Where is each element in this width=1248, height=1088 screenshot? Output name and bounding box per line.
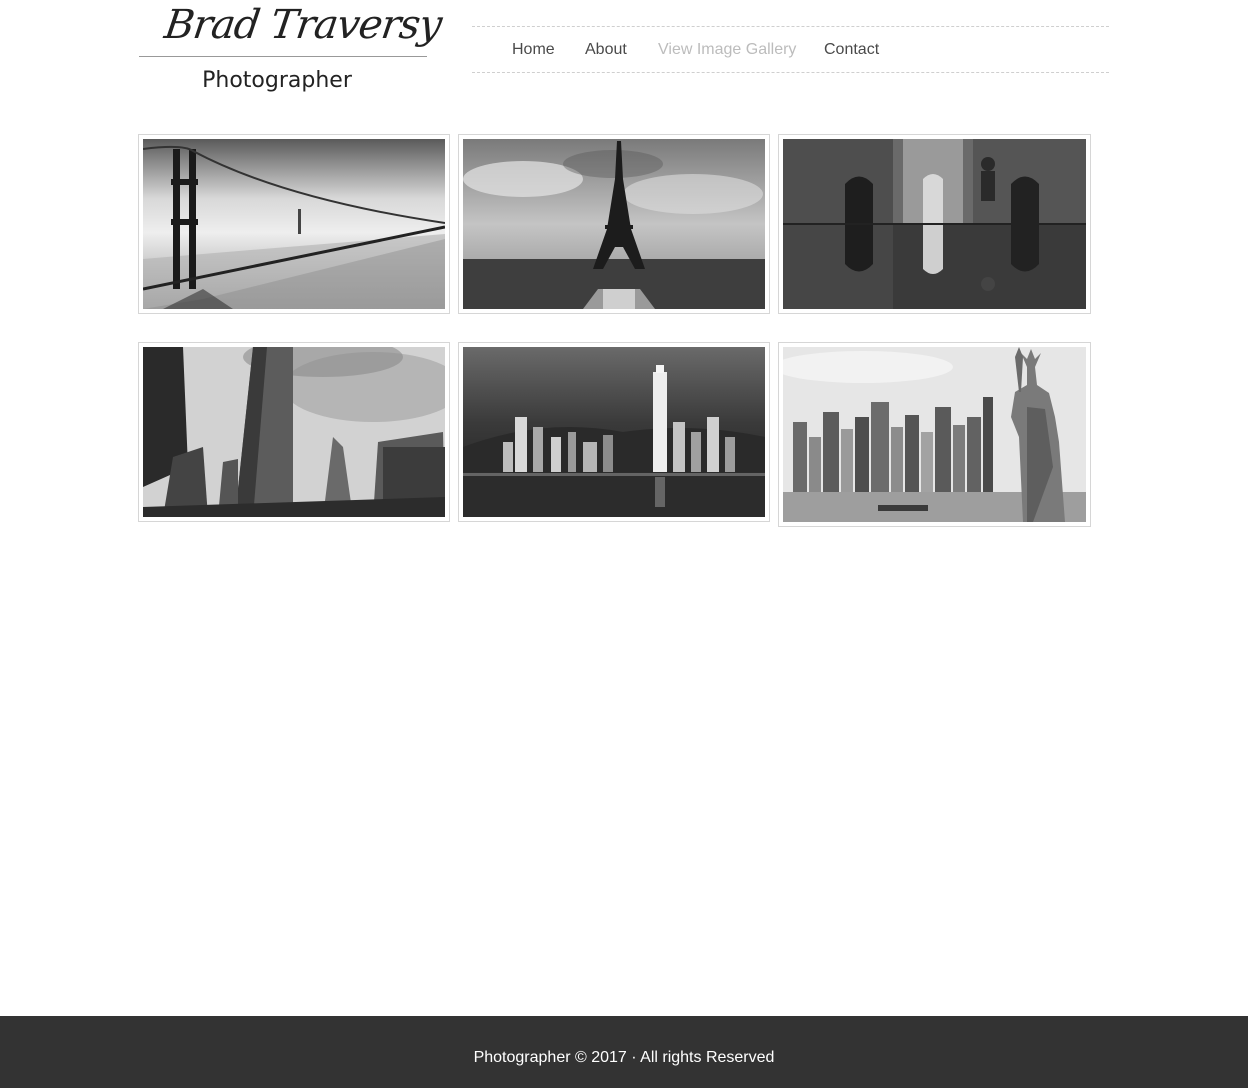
hong-kong-photo (463, 347, 765, 517)
main-nav: Home About View Image Gallery Contact (472, 26, 1109, 73)
eiffel-tower-photo (463, 139, 765, 309)
logo-name: Brad Traversy (161, 2, 445, 48)
gallery-image-eiffel-tower[interactable] (458, 134, 770, 314)
nav-about[interactable]: About (585, 41, 627, 59)
nav-contact[interactable]: Contact (824, 41, 879, 59)
statue-of-liberty-photo (783, 347, 1086, 522)
footer-copyright: Photographer © 2017 · All rights Reserve… (473, 1049, 775, 1066)
logo-divider (139, 56, 427, 57)
logo-tagline: Photographer (202, 68, 352, 93)
nav-home[interactable]: Home (512, 41, 555, 59)
site-footer: Photographer © 2017 · All rights Reserve… (0, 1016, 1248, 1088)
gallery-image-flatiron[interactable] (138, 342, 450, 522)
street-reflection-photo (783, 139, 1086, 309)
gallery-image-street-reflection[interactable] (778, 134, 1091, 314)
golden-gate-photo (143, 139, 445, 309)
site-logo[interactable]: Brad Traversy Photographer (139, 0, 445, 100)
nav-gallery[interactable]: View Image Gallery (658, 41, 796, 59)
gallery-image-golden-gate[interactable] (138, 134, 450, 314)
flatiron-photo (143, 347, 445, 517)
gallery-image-statue-of-liberty[interactable] (778, 342, 1091, 527)
gallery-image-hong-kong[interactable] (458, 342, 770, 522)
